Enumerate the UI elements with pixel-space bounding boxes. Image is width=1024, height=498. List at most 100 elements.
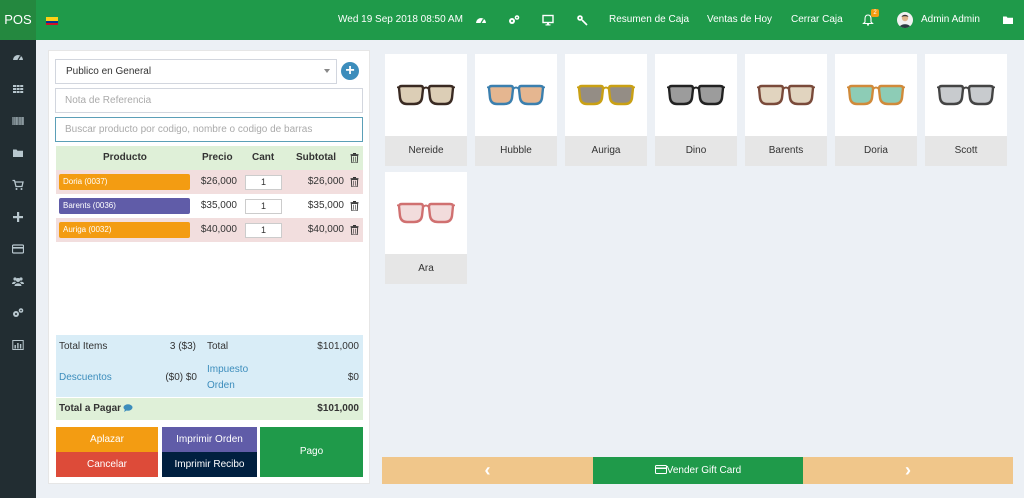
row-price: $26,000 <box>200 176 237 187</box>
product-pill[interactable]: Auriga (0032) <box>59 222 190 238</box>
ventas-hoy-link[interactable]: Ventas de Hoy <box>707 0 772 40</box>
cerrar-caja-link[interactable]: Cerrar Caja <box>791 0 843 40</box>
reference-note-input[interactable] <box>55 88 363 113</box>
dashboard-icon[interactable] <box>475 14 487 26</box>
top-navbar: POS Wed 19 Sep 2018 08:50 AM Resumen de … <box>0 0 1024 40</box>
product-name[interactable]: Auriga <box>565 136 647 166</box>
barcode-icon[interactable] <box>12 115 24 127</box>
avatar[interactable] <box>897 12 913 28</box>
chevron-down-icon[interactable] <box>324 69 330 73</box>
dashboard-icon[interactable] <box>12 51 24 63</box>
gift-card-label: Vender Gift Card <box>666 465 742 476</box>
quantity-input[interactable]: 1 <box>245 199 282 214</box>
product-card[interactable]: Hubble <box>475 54 557 166</box>
product-image[interactable] <box>745 54 827 136</box>
product-image[interactable] <box>925 54 1007 136</box>
product-card[interactable]: Auriga <box>565 54 647 166</box>
product-image[interactable] <box>655 54 737 136</box>
comment-icon[interactable] <box>123 404 133 412</box>
gears-icon[interactable] <box>508 14 520 26</box>
product-card[interactable]: Dino <box>655 54 737 166</box>
product-name[interactable]: Doria <box>835 136 917 166</box>
product-image[interactable] <box>475 54 557 136</box>
eyeglasses-icon <box>847 84 905 106</box>
trash-icon[interactable] <box>350 201 359 211</box>
add-customer-button[interactable]: + <box>341 62 359 80</box>
product-image[interactable] <box>385 172 467 254</box>
impuesto-orden-link[interactable]: Orden <box>207 380 235 391</box>
aplazar-button[interactable]: Aplazar <box>56 427 158 452</box>
product-name[interactable]: Ara <box>385 254 467 284</box>
cart-icon[interactable] <box>12 179 24 191</box>
product-name[interactable]: Nereide <box>385 136 467 166</box>
product-image[interactable] <box>385 54 467 136</box>
trash-icon[interactable] <box>350 153 359 163</box>
resumen-caja-link[interactable]: Resumen de Caja <box>609 0 689 40</box>
impuesto-value: $0 <box>347 372 359 383</box>
product-search-input[interactable] <box>55 117 363 142</box>
product-name[interactable]: Scott <box>925 136 1007 166</box>
product-card[interactable]: Nereide <box>385 54 467 166</box>
eyeglasses-icon <box>937 84 995 106</box>
product-name[interactable]: Barents <box>745 136 827 166</box>
eyeglasses-icon <box>397 84 455 106</box>
next-page-button[interactable]: › <box>803 457 1013 484</box>
bar-chart-icon[interactable] <box>12 339 24 351</box>
eyeglasses-icon <box>667 84 725 106</box>
row-subtotal: $26,000 <box>307 176 344 187</box>
prev-page-button[interactable]: ‹ <box>382 457 593 484</box>
product-image[interactable] <box>835 54 917 136</box>
credit-card-icon[interactable] <box>12 243 24 255</box>
eyeglasses-icon <box>487 84 545 106</box>
row-price: $35,000 <box>200 200 237 211</box>
product-pager: ‹ Vender Gift Card › <box>382 457 1013 484</box>
datetime-text: Wed 19 Sep 2018 08:50 AM <box>338 14 463 25</box>
product-card[interactable]: Scott <box>925 54 1007 166</box>
header-cant: Cant <box>252 152 275 163</box>
gift-card-button[interactable]: Vender Gift Card <box>593 457 803 484</box>
product-card[interactable]: Barents <box>745 54 827 166</box>
total-pay-label: Total a Pagar <box>59 403 122 414</box>
folder-icon[interactable] <box>12 147 24 159</box>
impuesto-link[interactable]: Impuesto <box>207 364 248 375</box>
folder-icon[interactable] <box>1002 14 1014 26</box>
quantity-input[interactable]: 1 <box>245 223 282 238</box>
cancelar-button[interactable]: Cancelar <box>56 452 158 477</box>
trash-icon[interactable] <box>350 177 359 187</box>
key-icon[interactable] <box>576 14 588 26</box>
descuentos-value: ($0) $0 <box>165 372 197 383</box>
row-price: $40,000 <box>200 224 237 235</box>
credit-card-icon <box>654 458 667 474</box>
imprimir-recibo-button[interactable]: Imprimir Recibo <box>162 452 257 477</box>
eyeglasses-icon <box>397 202 455 224</box>
table-row: Barents (0036) $35,000 1 $35,000 <box>56 194 363 218</box>
header-subtotal: Subtotal <box>296 152 336 163</box>
flag-icon[interactable] <box>46 17 58 25</box>
product-image[interactable] <box>565 54 647 136</box>
product-card[interactable]: Doria <box>835 54 917 166</box>
gears-icon[interactable] <box>12 307 24 319</box>
imprimir-orden-button[interactable]: Imprimir Orden <box>162 427 257 452</box>
totals-box: Total Items 3 ($3) Total $101,000 Descue… <box>56 335 363 397</box>
pago-button[interactable]: Pago <box>260 427 363 477</box>
table-row: Doria (0037) $26,000 1 $26,000 <box>56 170 363 194</box>
brand-logo[interactable]: POS <box>0 0 36 40</box>
product-card[interactable]: Ara <box>385 172 467 284</box>
row-subtotal: $35,000 <box>307 200 344 211</box>
customer-select[interactable]: Publico en General <box>55 59 337 84</box>
user-name[interactable]: Admin Admin <box>921 0 980 40</box>
quantity-input[interactable]: 1 <box>245 175 282 190</box>
product-pill[interactable]: Doria (0037) <box>59 174 190 190</box>
product-name[interactable]: Hubble <box>475 136 557 166</box>
desktop-icon[interactable] <box>542 14 554 26</box>
trash-icon[interactable] <box>350 225 359 235</box>
notification-badge: 2 <box>871 9 879 17</box>
descuentos-link[interactable]: Descuentos <box>59 372 112 383</box>
product-name[interactable]: Dino <box>655 136 737 166</box>
plus-icon[interactable] <box>12 211 24 223</box>
users-icon[interactable] <box>12 275 24 287</box>
grid-icon[interactable] <box>12 83 24 95</box>
total-items-label: Total Items <box>59 341 108 352</box>
header-producto: Producto <box>103 152 147 163</box>
product-pill[interactable]: Barents (0036) <box>59 198 190 214</box>
